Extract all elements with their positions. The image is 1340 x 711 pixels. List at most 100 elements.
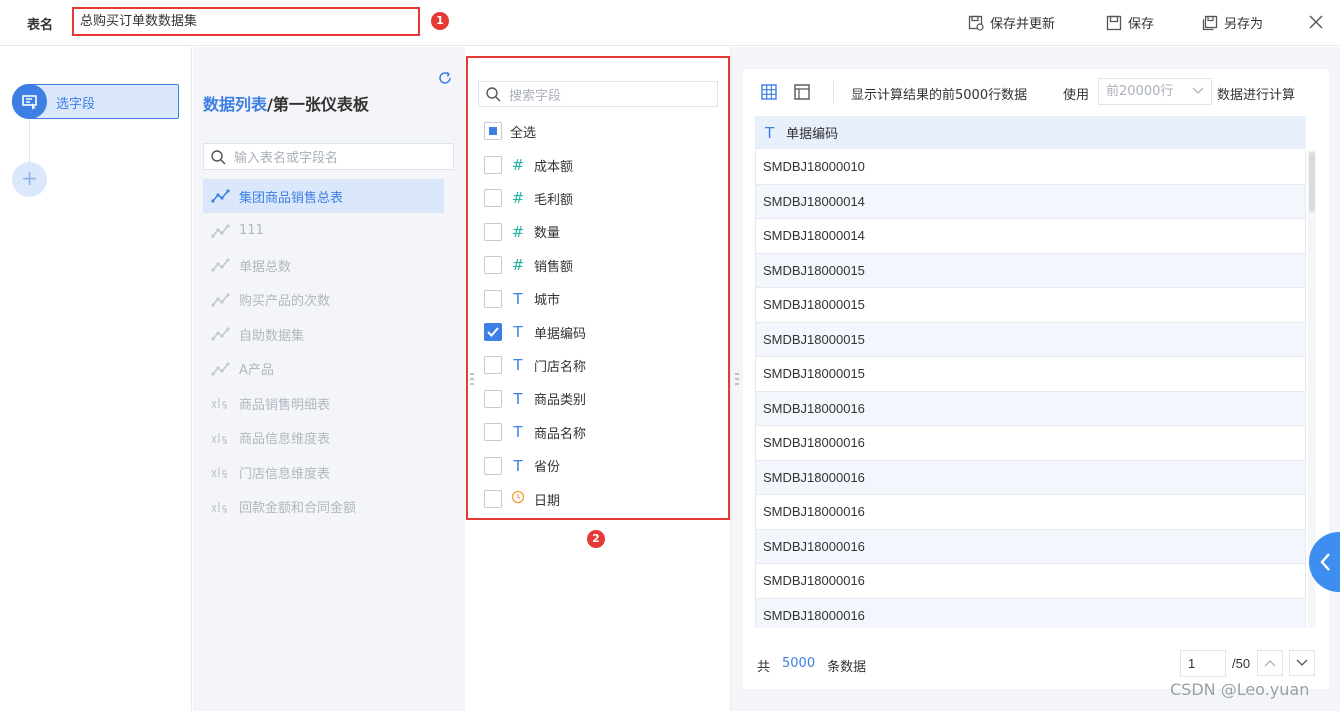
field-search-placeholder: 搜索字段 [509,88,562,104]
table-list-item[interactable]: 回款金额和合同金额 [203,490,444,524]
detail-view-icon[interactable] [793,83,811,101]
table-list-item-label: 门店信息维度表 [239,466,331,482]
field-item[interactable]: # 成本额 [484,155,573,175]
table-list-item-label: 购买产品的次数 [239,294,331,309]
field-item-label: 单据编码 [534,326,587,342]
checkbox[interactable] [484,289,502,308]
total-count: 共 5000 条数据 [757,656,866,675]
field-item-label: 日期 [534,493,561,509]
checkbox[interactable] [484,323,502,341]
page-number-input[interactable]: 1 [1180,650,1226,677]
xls-icon [211,500,231,514]
select-all-checkbox[interactable]: 全选 [484,121,536,141]
table-list-item[interactable]: 门店信息维度表 [203,455,444,489]
field-list-panel: 搜索字段 全选 # 成本额 # 毛利额 # 数量 # 销售额 T 城市 T 单据编码 T 门店名称 T 商品类… [466,47,730,711]
table-name-input[interactable]: 总购买订单数数据集 [72,7,420,36]
watermark: CSDN @Leo.yuan [1170,680,1310,699]
table-list-item[interactable]: 单据总数 [203,248,444,282]
column-header[interactable]: T 单据编码 [755,116,1306,149]
save-as-button[interactable]: 另存为 [1202,13,1263,32]
select-all-label: 全选 [510,125,537,141]
field-item[interactable]: T 商品名称 [484,422,586,442]
checkbox[interactable] [484,423,502,442]
checkbox[interactable] [484,456,502,475]
field-item[interactable]: # 毛利额 [484,188,573,208]
checkbox[interactable] [484,222,502,241]
save-icon [1106,15,1122,30]
dataset-icon [211,223,231,238]
table-list-item[interactable]: 集团商品销售总表 [203,179,444,213]
drag-handle-icon[interactable] [470,372,474,386]
table-row: SMDBJ18000016 [755,426,1306,461]
table-search-input[interactable]: 输入表名或字段名 [203,143,454,170]
table-view-icon[interactable] [760,83,778,101]
table-list-item[interactable]: 自助数据集 [203,317,444,351]
data-list-link[interactable]: 数据列表 [203,95,267,114]
save-and-update-button[interactable]: 保存并更新 [968,13,1055,32]
table-list-item-label: 回款金额和合同金额 [239,501,357,516]
table-list-item[interactable]: 购买产品的次数 [203,283,444,317]
xls-icon [211,465,231,479]
dataset-icon [211,361,231,376]
checkbox[interactable] [484,189,502,208]
total-count-value: 5000 [782,656,816,671]
use-label: 使用 [1063,88,1090,103]
save-refresh-icon [968,15,984,31]
table-list-item[interactable]: 商品销售明细表 [203,386,444,420]
page-total: /50 [1232,656,1251,671]
table-list-item-label: 111 [239,223,264,238]
total-prefix: 共 [757,660,771,675]
field-item[interactable]: T 门店名称 [484,355,586,375]
field-item[interactable]: 日期 [484,489,560,509]
table-list-item[interactable]: 111 [203,214,444,248]
scrollbar-thumb[interactable] [1309,152,1315,212]
number-type-icon: # [511,189,525,208]
toolbar-separator [833,81,834,103]
table-row: SMDBJ18000015 [755,288,1306,323]
dataset-icon [211,292,231,307]
field-search-input[interactable]: 搜索字段 [478,81,718,107]
field-item[interactable]: T 省份 [484,456,560,476]
table-row: SMDBJ18000016 [755,564,1306,599]
save-button[interactable]: 保存 [1106,13,1154,32]
number-type-icon: # [511,156,525,174]
add-step-button[interactable]: + [12,162,47,197]
column-header-label: 单据编码 [786,127,839,142]
field-item-label: 成本额 [534,159,574,175]
preview-card: 显示计算结果的前5000行数据 使用 前20000行 数据进行计算 T 单据编码… [743,69,1329,689]
checkbox[interactable] [484,156,502,174]
step-select-fields-label: 选字段 [56,97,96,112]
field-item[interactable]: # 销售额 [484,255,573,275]
row-limit-select[interactable]: 前20000行 [1098,78,1212,105]
field-item[interactable]: T 城市 [484,289,560,309]
text-type-icon: T [513,323,523,341]
step-connector [29,119,30,162]
checkbox[interactable] [484,389,502,408]
table-row: SMDBJ18000016 [755,598,1306,628]
table-row: SMDBJ18000016 [755,529,1306,564]
xls-icon [211,396,231,410]
field-item[interactable]: T 单据编码 [484,322,586,342]
drag-handle-icon[interactable] [735,372,739,386]
total-suffix: 条数据 [827,660,867,675]
save-as-icon [1202,15,1218,30]
table-list-item[interactable]: 商品信息维度表 [203,421,444,455]
number-type-icon: # [511,222,525,241]
refresh-icon[interactable] [437,70,453,86]
number-type-icon: # [511,256,525,275]
checkbox[interactable] [484,356,502,375]
table-row: SMDBJ18000014 [755,219,1306,254]
prev-page-button[interactable] [1257,650,1283,676]
field-item-label: 省份 [534,460,561,476]
field-item[interactable]: # 数量 [484,222,560,242]
checkbox[interactable] [484,122,502,140]
table-list-item-label: 商品信息维度表 [239,432,331,447]
next-page-button[interactable] [1289,650,1315,676]
checkbox[interactable] [484,256,502,275]
close-icon[interactable] [1308,14,1324,30]
table-list-item[interactable]: A产品 [203,352,444,386]
field-item-label: 城市 [534,293,561,309]
table-row: SMDBJ18000010 [755,150,1306,185]
field-item[interactable]: T 商品类别 [484,389,586,409]
checkbox[interactable] [484,490,502,508]
